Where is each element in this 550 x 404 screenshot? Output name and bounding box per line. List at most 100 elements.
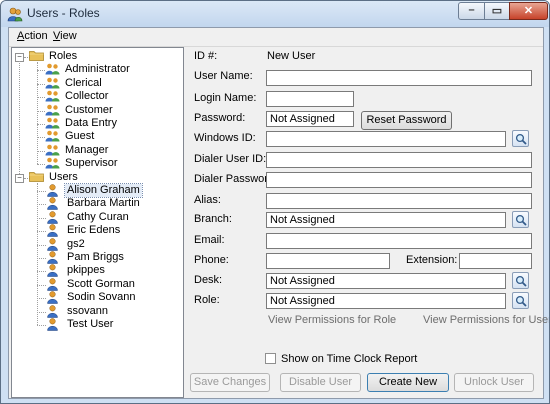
role-group-icon xyxy=(45,157,60,169)
role-label: Manager xyxy=(65,143,109,156)
user-name-label: User Name: xyxy=(194,70,253,82)
magnifier-icon xyxy=(515,295,527,307)
user-icon xyxy=(47,184,58,197)
user-icon xyxy=(47,251,58,264)
role-group-icon xyxy=(45,117,60,129)
menu-bar: Action View xyxy=(9,28,543,47)
unlock-user-button[interactable]: Unlock User xyxy=(454,373,534,392)
user-label: Cathy Curan xyxy=(67,210,129,223)
phone-label: Phone: xyxy=(194,254,229,266)
folder-icon xyxy=(29,51,44,61)
branch-label: Branch: xyxy=(194,213,232,225)
dialer-user-id-label: Dialer User ID: xyxy=(194,153,267,165)
user-icon xyxy=(47,304,58,318)
role-lookup-button[interactable] xyxy=(512,292,529,309)
client-area: Action View − Roles Administrator Clerical C… xyxy=(8,27,549,399)
user-label: Barbara Martin xyxy=(67,197,140,210)
role-group-icon xyxy=(45,104,60,116)
role-group-icon xyxy=(45,64,60,75)
close-button[interactable]: ✕ xyxy=(509,2,548,20)
user-label: ssovann xyxy=(67,304,108,317)
user-icon xyxy=(47,224,58,237)
user-icon xyxy=(47,197,58,211)
branch-field: Not Assigned xyxy=(266,212,506,228)
time-clock-checkbox[interactable] xyxy=(265,353,276,364)
email-input[interactable] xyxy=(266,233,532,249)
desk-label: Desk: xyxy=(194,274,223,286)
user-label: Pam Briggs xyxy=(67,251,124,263)
magnifier-icon xyxy=(515,275,527,287)
windows-id-input[interactable] xyxy=(266,131,506,147)
folder-icon xyxy=(29,171,44,182)
user-label: Eric Edens xyxy=(67,224,121,237)
role-label: Collector xyxy=(65,90,109,103)
windows-id-label: Windows ID: xyxy=(194,132,256,144)
user-label: Sodin Sovann xyxy=(67,291,136,304)
user-icon xyxy=(47,211,58,224)
role-label: Supervisor xyxy=(65,157,118,170)
magnifier-icon xyxy=(515,214,527,226)
magnifier-icon xyxy=(515,133,527,145)
role-label: Administrator xyxy=(65,63,130,76)
tree-line xyxy=(37,182,38,325)
role-field: Not Assigned xyxy=(266,293,506,309)
user-name-input[interactable] xyxy=(266,70,532,86)
alias-input[interactable] xyxy=(266,193,532,209)
login-name-label: Login Name: xyxy=(194,92,257,104)
close-icon: ✕ xyxy=(523,5,534,17)
create-new-button[interactable]: Create New xyxy=(367,373,449,392)
reset-password-button[interactable]: Reset Password xyxy=(361,111,452,130)
desk-field: Not Assigned xyxy=(266,273,506,289)
role-group-icon xyxy=(45,144,60,156)
extension-label: Extension: xyxy=(406,254,458,266)
disable-user-button[interactable]: Disable User xyxy=(280,373,361,392)
user-icon xyxy=(47,264,58,278)
users-folder-label: Users xyxy=(49,170,78,183)
minimize-icon: – xyxy=(468,4,475,16)
phone-input[interactable] xyxy=(266,253,390,269)
menu-view[interactable]: View xyxy=(53,30,77,42)
id-value: New User xyxy=(267,50,316,62)
user-label: Alison Graham xyxy=(64,183,143,198)
role-label: Clerical xyxy=(65,76,102,89)
role-group-icon xyxy=(45,131,60,142)
user-icon xyxy=(47,318,58,331)
menu-action[interactable]: Action xyxy=(17,30,48,42)
desk-lookup-button[interactable] xyxy=(512,272,529,289)
branch-lookup-button[interactable] xyxy=(512,211,529,228)
dialer-password-input[interactable] xyxy=(266,172,532,188)
tree-line xyxy=(37,62,38,165)
minimize-button[interactable]: – xyxy=(458,2,485,20)
user-label: pkippes xyxy=(67,264,105,277)
user-icon xyxy=(47,291,58,304)
id-label: ID #: xyxy=(194,50,218,62)
user-icon xyxy=(47,278,58,291)
role-label: Customer xyxy=(65,103,113,116)
dialer-password-label: Dialer Password: xyxy=(194,173,278,185)
view-permissions-role-link[interactable]: View Permissions for Role xyxy=(268,314,396,326)
dialer-user-id-input[interactable] xyxy=(266,152,532,168)
user-icon xyxy=(47,237,58,251)
extension-input[interactable] xyxy=(459,253,532,269)
users-app-icon xyxy=(7,7,23,22)
user-label: Scott Gorman xyxy=(67,277,135,290)
role-label: Role: xyxy=(194,294,220,306)
save-changes-button[interactable]: Save Changes xyxy=(190,373,270,392)
role-group-icon xyxy=(45,77,60,89)
maximize-icon: ▭ xyxy=(491,5,503,17)
maximize-button[interactable]: ▭ xyxy=(484,2,510,20)
role-group-icon xyxy=(45,90,60,102)
roles-folder-label: Roles xyxy=(49,50,78,62)
tree-line xyxy=(19,61,20,174)
windows-id-lookup-button[interactable] xyxy=(512,130,529,147)
login-name-input[interactable] xyxy=(266,91,354,107)
password-label: Password: xyxy=(194,112,246,124)
time-clock-label: Show on Time Clock Report xyxy=(281,353,418,365)
title-bar[interactable]: Users - Roles – ▭ ✕ xyxy=(1,1,549,27)
email-label: Email: xyxy=(194,234,225,246)
users-roles-window: Users - Roles – ▭ ✕ Action View − Roles Ad… xyxy=(0,0,550,404)
role-label: Data Entry xyxy=(65,117,117,129)
view-permissions-user-link[interactable]: View Permissions for User xyxy=(423,314,549,326)
roles-users-tree[interactable]: − Roles Administrator Clerical Collector Cust… xyxy=(11,47,184,398)
password-field: Not Assigned xyxy=(266,111,354,127)
